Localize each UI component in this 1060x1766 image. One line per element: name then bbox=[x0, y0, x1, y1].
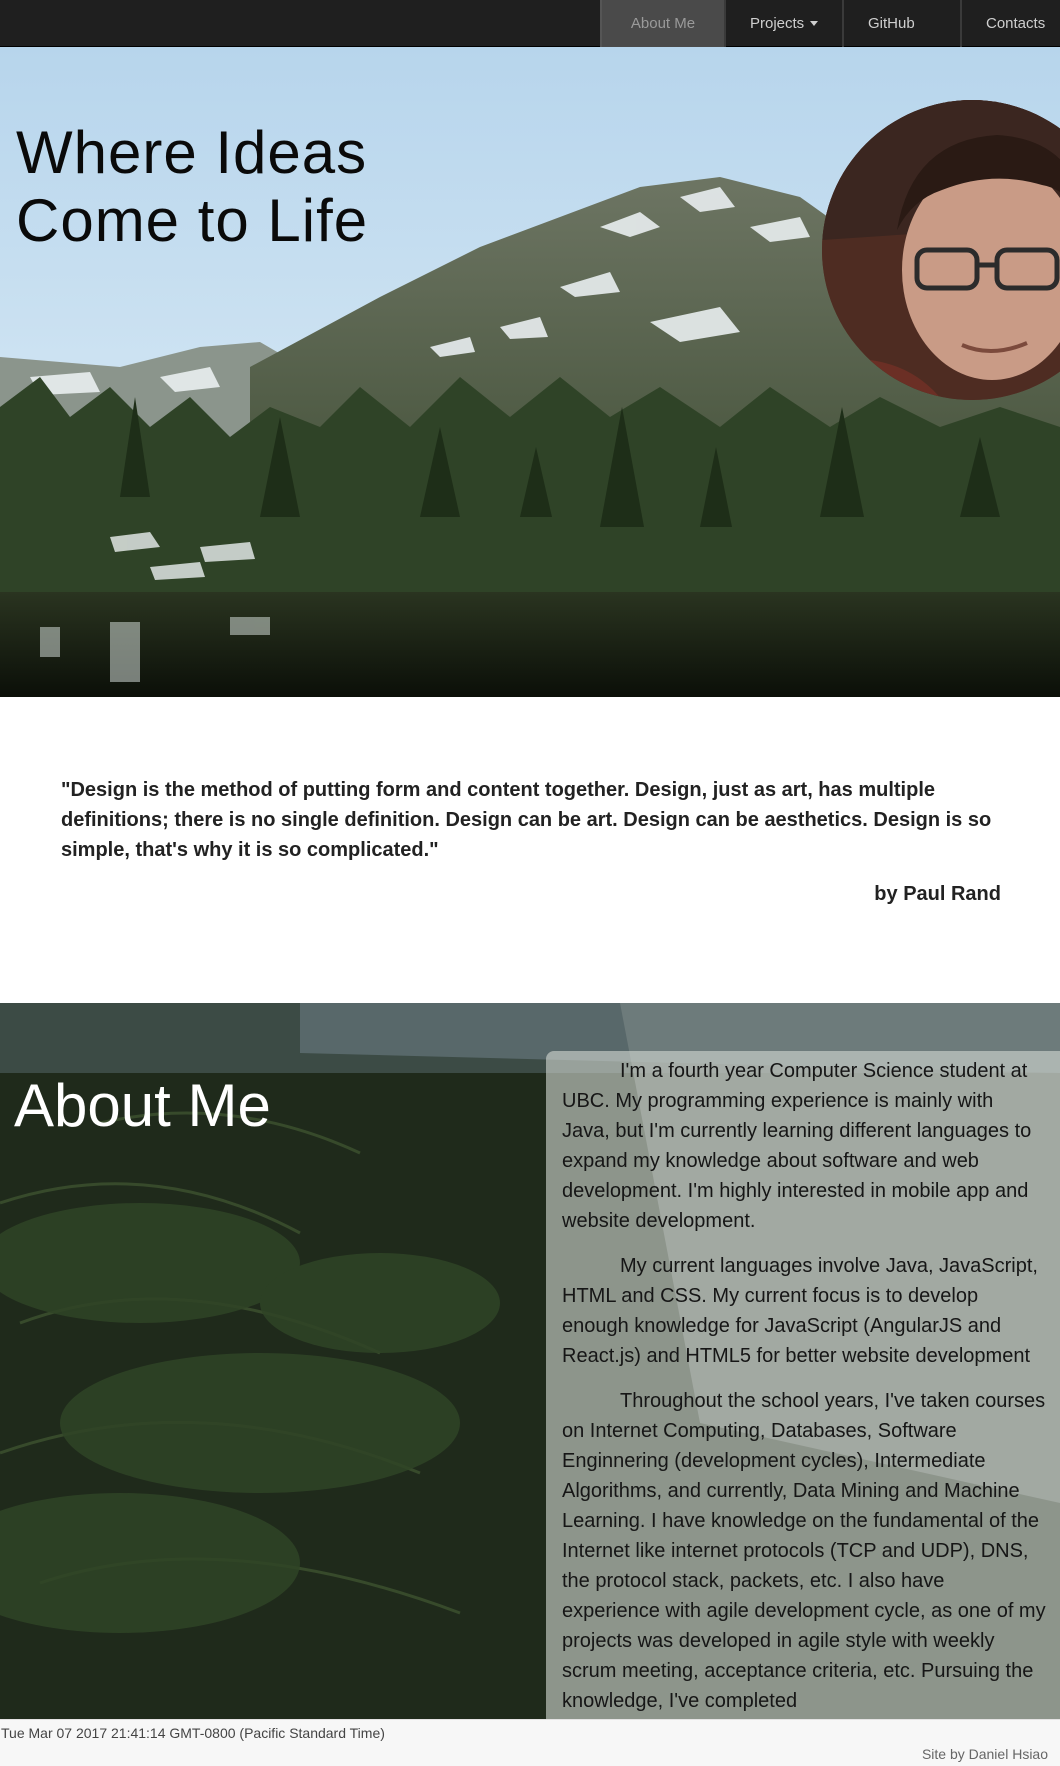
footer-timestamp: Tue Mar 07 2017 21:41:14 GMT-0800 (Pacif… bbox=[1, 1725, 385, 1741]
about-paragraph: I'm a fourth year Computer Science stude… bbox=[562, 1060, 1032, 1232]
nav-item-label: About Me bbox=[630, 15, 696, 32]
nav-menu: About Me Projects GitHub Contacts bbox=[600, 0, 1060, 47]
nav-item-projects[interactable]: Projects bbox=[724, 0, 842, 47]
about-paragraph: Throughout the school years, I've taken … bbox=[562, 1390, 1046, 1712]
quote-section: "Design is the method of putting form an… bbox=[0, 697, 1060, 1003]
nav-item-label: Projects bbox=[750, 15, 805, 32]
nav-item-label: GitHub bbox=[868, 15, 915, 32]
about-me-text-panel: I'm a fourth year Computer Science stude… bbox=[546, 1051, 1060, 1719]
footer-credit: Site by Daniel Hsiao bbox=[921, 1746, 1048, 1762]
design-quote: "Design is the method of putting form an… bbox=[61, 779, 992, 861]
nav-item-contacts[interactable]: Contacts bbox=[960, 0, 1060, 47]
hero-banner: Where Ideas Come to Life bbox=[0, 47, 1060, 697]
caret-down-icon bbox=[810, 21, 819, 26]
hero-title: Where Ideas Come to Life bbox=[16, 119, 369, 254]
about-me-section: About Me I'm a fourth year Computer Scie… bbox=[0, 1003, 1060, 1719]
page-footer: Tue Mar 07 2017 21:41:14 GMT-0800 (Pacif… bbox=[0, 1719, 1060, 1766]
quote-author: by Paul Rand bbox=[874, 883, 1001, 905]
nav-item-about-me[interactable]: About Me bbox=[600, 0, 724, 47]
about-me-heading: About Me bbox=[14, 1072, 271, 1139]
top-navbar: About Me Projects GitHub Contacts bbox=[0, 0, 1060, 47]
nav-item-label: Contacts bbox=[986, 15, 1046, 32]
nav-item-github[interactable]: GitHub bbox=[842, 0, 960, 47]
about-paragraph: My current languages involve Java, JavaS… bbox=[562, 1255, 1038, 1367]
